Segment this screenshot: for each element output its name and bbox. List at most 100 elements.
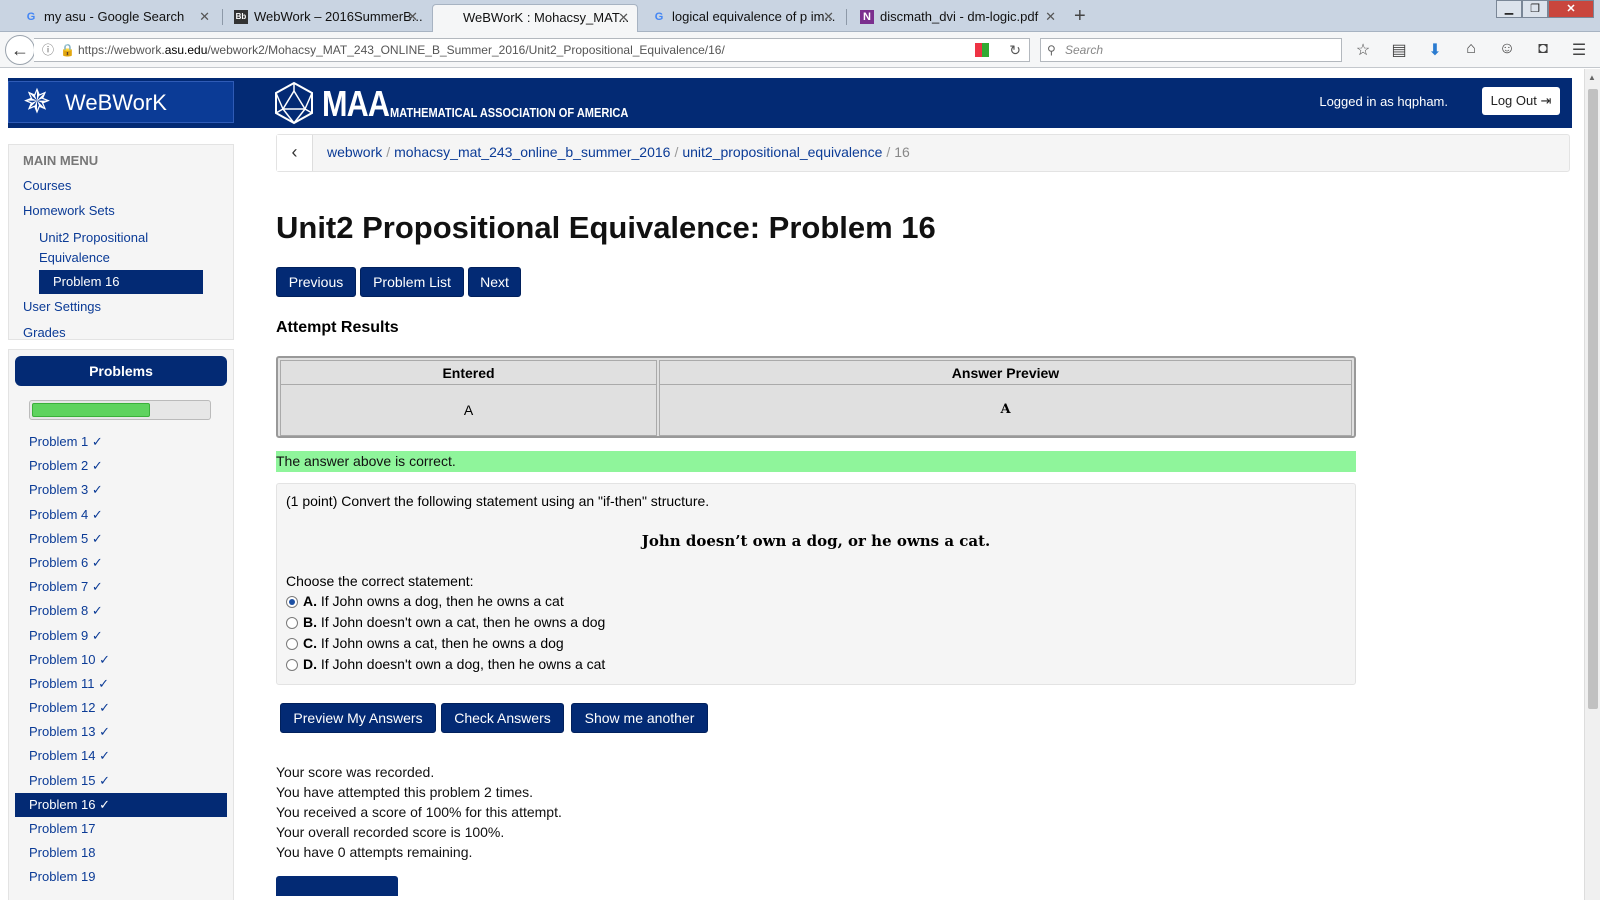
score-line: Your score was recorded.: [276, 764, 435, 780]
menu-icon[interactable]: ☰: [1568, 40, 1590, 60]
menu-current-problem[interactable]: Problem 16: [39, 270, 203, 294]
problem-list-item[interactable]: Problem 8 ✓: [15, 599, 227, 623]
problem-list-item[interactable]: Problem 17: [15, 817, 227, 841]
tab-title: WeBWorK : Mohacsy_MAT...: [463, 10, 630, 25]
problem-list-item[interactable]: Problem 10 ✓: [15, 648, 227, 672]
close-tab-icon[interactable]: ✕: [823, 4, 834, 30]
problem-list-item[interactable]: Problem 5 ✓: [15, 527, 227, 551]
option-letter: C.: [303, 635, 317, 651]
scroll-up-icon[interactable]: ▲: [1588, 73, 1596, 82]
close-tab-icon[interactable]: ✕: [618, 5, 629, 31]
problem-list-item[interactable]: Problem 1 ✓: [15, 430, 227, 454]
previous-button[interactable]: Previous: [276, 267, 356, 297]
close-tab-icon[interactable]: ✕: [199, 4, 210, 30]
entered-column: Entered A: [280, 360, 657, 436]
home-icon[interactable]: ⌂: [1460, 40, 1482, 60]
problem-list-item[interactable]: Problem 6 ✓: [15, 551, 227, 575]
address-bar[interactable]: ⓘ 🔒 https://webwork.asu.edu/webwork2/Moh…: [34, 38, 1030, 62]
reload-icon[interactable]: ↻: [1009, 39, 1021, 61]
close-tab-icon[interactable]: ✕: [407, 4, 418, 30]
menu-homework-sets-link[interactable]: Homework Sets: [23, 203, 115, 218]
breadcrumb-link[interactable]: mohacsy_mat_243_online_b_summer_2016: [394, 144, 670, 160]
problem-list-item[interactable]: Problem 3 ✓: [15, 478, 227, 502]
problem-list-item[interactable]: Problem 2 ✓: [15, 454, 227, 478]
problem-list-item[interactable]: Problem 19: [15, 865, 227, 889]
scrollbar-thumb[interactable]: [1588, 89, 1598, 709]
correct-message: The answer above is correct.: [276, 451, 1356, 472]
menu-set-name-line2: Equivalence: [39, 250, 110, 265]
info-icon[interactable]: ⓘ: [42, 39, 54, 61]
menu-courses-link[interactable]: Courses: [23, 178, 71, 193]
next-button[interactable]: Next: [468, 267, 521, 297]
minimize-icon[interactable]: ▁: [1496, 0, 1522, 18]
browser-tab[interactable]: G logical equivalence of p im... ✕: [644, 4, 842, 32]
breadcrumb-link[interactable]: unit2_propositional_equivalence: [682, 144, 882, 160]
tab-title: discmath_dvi - dm-logic.pdf: [880, 9, 1039, 24]
search-placeholder: Search: [1065, 43, 1104, 57]
back-arrow-icon[interactable]: ←: [5, 35, 35, 65]
radio-button[interactable]: [286, 596, 298, 608]
page-scrollbar[interactable]: ▲: [1584, 69, 1600, 900]
entered-value: A: [463, 402, 474, 418]
problem-list-item[interactable]: Problem 18: [15, 841, 227, 865]
menu-user-settings-link[interactable]: User Settings: [23, 299, 101, 314]
option-text: If John doesn't own a cat, then he owns …: [317, 614, 606, 630]
browser-tab[interactable]: Bb WebWork – 2016SummerB... ✕: [226, 4, 426, 32]
problem-list-item[interactable]: Problem 7 ✓: [15, 575, 227, 599]
radio-button[interactable]: [286, 617, 298, 629]
choose-prompt: Choose the correct statement:: [286, 573, 474, 589]
breadcrumb-current: 16: [894, 144, 910, 160]
partial-bottom-button[interactable]: [276, 876, 398, 896]
problem-box: (1 point) Convert the following statemen…: [276, 483, 1356, 685]
new-tab-icon[interactable]: +: [1074, 4, 1086, 28]
problem-list-item[interactable]: Problem 4 ✓: [15, 503, 227, 527]
problem-statement: John doesn’t own a dog, or he owns a cat…: [641, 532, 991, 550]
radio-button[interactable]: [286, 659, 298, 671]
problem-list-button[interactable]: Problem List: [360, 267, 464, 297]
browser-tab[interactable]: G my asu - Google Search ✕: [16, 4, 218, 32]
radio-button[interactable]: [286, 638, 298, 650]
chat-icon[interactable]: ☺: [1496, 40, 1518, 60]
close-window-icon[interactable]: ✕: [1548, 0, 1594, 18]
score-line: You received a score of 100% for this at…: [276, 804, 562, 820]
preview-value: A: [1000, 402, 1011, 417]
show-another-button[interactable]: Show me another: [571, 703, 708, 733]
problem-list-item[interactable]: Problem 9 ✓: [15, 624, 227, 648]
option-a[interactable]: A. If John owns a dog, then he owns a ca…: [286, 593, 564, 609]
restore-icon[interactable]: ❐: [1522, 0, 1548, 18]
problem-list-item[interactable]: Problem 12 ✓: [15, 696, 227, 720]
menu-set-link[interactable]: Unit2 Propositional Equivalence: [39, 228, 148, 268]
logout-button[interactable]: Log Out ⇥: [1482, 87, 1560, 115]
browser-tab[interactable]: N discmath_dvi - dm-logic.pdf ✕: [852, 4, 1064, 32]
breadcrumb-link[interactable]: webwork: [327, 144, 382, 160]
preview-answers-button[interactable]: Preview My Answers: [280, 703, 436, 733]
attempt-results-heading: Attempt Results: [276, 319, 399, 336]
webwork-logo[interactable]: ✵ WeBWorK: [8, 81, 234, 123]
toolbar-icons: ☆ ▤ ⬇ ⌂ ☺ ◘ ☰: [1352, 40, 1590, 60]
menu-grades-link[interactable]: Grades: [23, 325, 66, 340]
logout-icon: ⇥: [1540, 93, 1552, 108]
problem-list-item[interactable]: Problem 11 ✓: [15, 672, 227, 696]
chevron-left-icon[interactable]: ‹: [277, 135, 313, 171]
problem-list-item-current[interactable]: Problem 16 ✓: [15, 792, 227, 817]
main-menu: MAIN MENU Courses Homework Sets Unit2 Pr…: [8, 144, 234, 340]
option-c[interactable]: C. If John owns a cat, then he owns a do…: [286, 635, 564, 651]
problem-list-item[interactable]: Problem 13 ✓: [15, 720, 227, 744]
download-icon[interactable]: ⬇: [1424, 40, 1446, 60]
search-input[interactable]: ⚲ Search: [1040, 38, 1342, 62]
problem-list-item[interactable]: Problem 14 ✓: [15, 744, 227, 768]
check-answers-button[interactable]: Check Answers: [441, 703, 564, 733]
browser-tab-active[interactable]: WeBWorK : Mohacsy_MAT... ✕: [432, 4, 638, 32]
score-line: You have attempted this problem 2 times.: [276, 784, 534, 800]
option-letter: B.: [303, 614, 317, 630]
option-d[interactable]: D. If John doesn't own a dog, then he ow…: [286, 656, 605, 672]
extension-icon[interactable]: [975, 43, 989, 57]
problem-list-item[interactable]: Problem 15 ✓: [15, 769, 227, 793]
option-b[interactable]: B. If John doesn't own a cat, then he ow…: [286, 614, 605, 630]
pocket-icon[interactable]: ◘: [1532, 40, 1554, 60]
reading-list-icon[interactable]: ▤: [1388, 40, 1410, 60]
site-header: ✵ WeBWorK MAA MATHEMATICAL ASSOCIATION O…: [8, 78, 1572, 128]
bookmark-star-icon[interactable]: ☆: [1352, 40, 1374, 60]
close-tab-icon[interactable]: ✕: [1045, 4, 1056, 30]
attempt-results-table: Entered A Answer Preview A: [276, 356, 1356, 438]
